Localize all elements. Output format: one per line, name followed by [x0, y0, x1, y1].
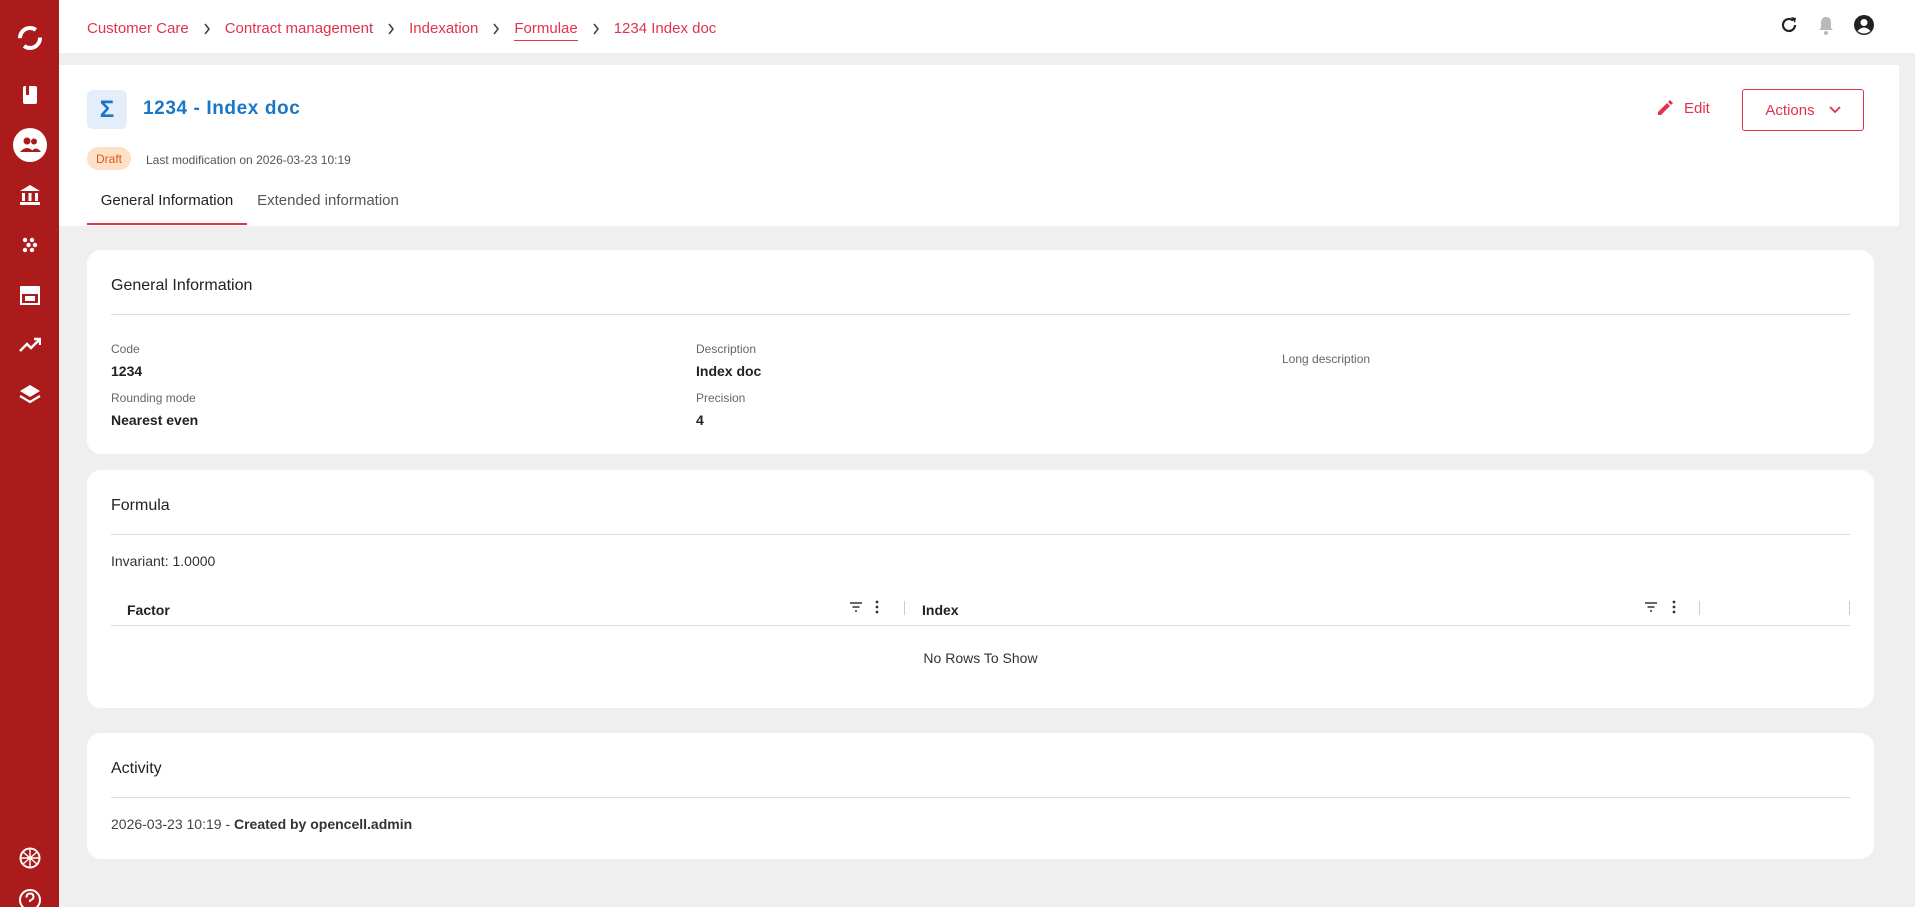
chevron-down-icon	[1828, 106, 1841, 114]
section-title: Formula	[111, 497, 170, 514]
last-modification: Last modification on 2026-03-23 10:19	[146, 153, 351, 167]
page-title: 1234 - Index doc	[143, 98, 301, 119]
rounding-mode-value: Nearest even	[111, 412, 199, 428]
code-label: Code	[111, 342, 140, 356]
formula-grid-header: Factor Index	[111, 590, 1850, 626]
invariant-value: Invariant: 1.0000	[111, 553, 216, 569]
actions-button-label: Actions	[1765, 101, 1815, 119]
breadcrumb: Customer Care Contract management Indexa…	[87, 16, 716, 41]
section-title: General Information	[111, 277, 253, 294]
customers-icon[interactable]	[0, 125, 59, 165]
column-separator[interactable]	[904, 601, 905, 615]
activity-card: Activity 2026-03-23 10:19 - Created by o…	[87, 733, 1874, 859]
general-information-card: General Information Code 1234 Rounding m…	[87, 250, 1874, 454]
chevron-right-icon	[592, 23, 600, 35]
section-title: Activity	[111, 760, 162, 777]
refresh-icon[interactable]	[1779, 15, 1799, 35]
layers-icon[interactable]	[0, 375, 59, 415]
tab-extended-information[interactable]: Extended information	[253, 185, 403, 225]
sigma-icon: Σ	[87, 90, 127, 129]
formula-card: Formula Invariant: 1.0000 Factor Index N…	[87, 470, 1874, 708]
trending-up-icon[interactable]	[0, 325, 59, 365]
breadcrumb-current-page[interactable]: 1234 Index doc	[614, 20, 717, 37]
breadcrumb-indexation[interactable]: Indexation	[409, 20, 478, 37]
description-value: Index doc	[696, 363, 762, 379]
sidebar	[0, 0, 59, 907]
column-menu-icon[interactable]	[1672, 600, 1676, 614]
filter-icon[interactable]	[849, 600, 863, 614]
activity-text: Created by opencell.admin	[233, 816, 413, 832]
column-header-index[interactable]: Index	[922, 602, 959, 618]
status-badge: Draft	[87, 147, 132, 170]
precision-label: Precision	[696, 391, 746, 405]
top-bar: Customer Care Contract management Indexa…	[59, 0, 1915, 53]
breadcrumb-contract-management[interactable]: Contract management	[225, 20, 373, 37]
activity-entry: 2026-03-23 10:19 - Created by opencell.a…	[111, 816, 412, 832]
bank-icon[interactable]	[0, 175, 59, 215]
account-circle-icon[interactable]	[1853, 14, 1875, 36]
filter-icon[interactable]	[1644, 600, 1658, 614]
divider	[111, 534, 1850, 535]
pencil-icon	[1656, 99, 1674, 117]
long-description-label: Long description	[1282, 352, 1371, 366]
divider	[111, 797, 1850, 798]
edit-button[interactable]: Edit	[1656, 99, 1710, 117]
tab-general-information[interactable]: General Information	[87, 185, 247, 225]
description-label: Description	[696, 342, 757, 356]
rounding-mode-label: Rounding mode	[111, 391, 196, 405]
actions-button[interactable]: Actions	[1742, 89, 1864, 131]
book-icon[interactable]	[0, 75, 59, 115]
empty-grid-message: No Rows To Show	[923, 650, 1038, 666]
chevron-right-icon	[387, 23, 395, 35]
column-separator[interactable]	[1849, 601, 1850, 615]
precision-value: 4	[696, 412, 704, 428]
code-value: 1234	[111, 363, 143, 379]
column-menu-icon[interactable]	[875, 600, 879, 614]
logo-icon[interactable]	[0, 18, 59, 58]
help-icon[interactable]	[0, 880, 59, 907]
column-separator[interactable]	[1699, 601, 1700, 615]
record-header: Σ 1234 - Index doc Edit Actions Draft La…	[59, 65, 1899, 226]
chevron-right-icon	[203, 23, 211, 35]
activity-timestamp: 2026-03-23 10:19 -	[111, 816, 234, 832]
breadcrumb-formulae[interactable]: Formulae	[514, 20, 578, 41]
breadcrumb-customer-care[interactable]: Customer Care	[87, 20, 189, 37]
chevron-right-icon	[492, 23, 500, 35]
edit-button-label: Edit	[1684, 99, 1710, 117]
column-header-factor[interactable]: Factor	[127, 602, 170, 618]
globe-icon[interactable]	[0, 838, 59, 878]
bell-icon[interactable]	[1817, 15, 1835, 35]
divider	[111, 314, 1850, 315]
grid-dots-icon[interactable]	[0, 225, 59, 265]
store-icon[interactable]	[0, 275, 59, 315]
